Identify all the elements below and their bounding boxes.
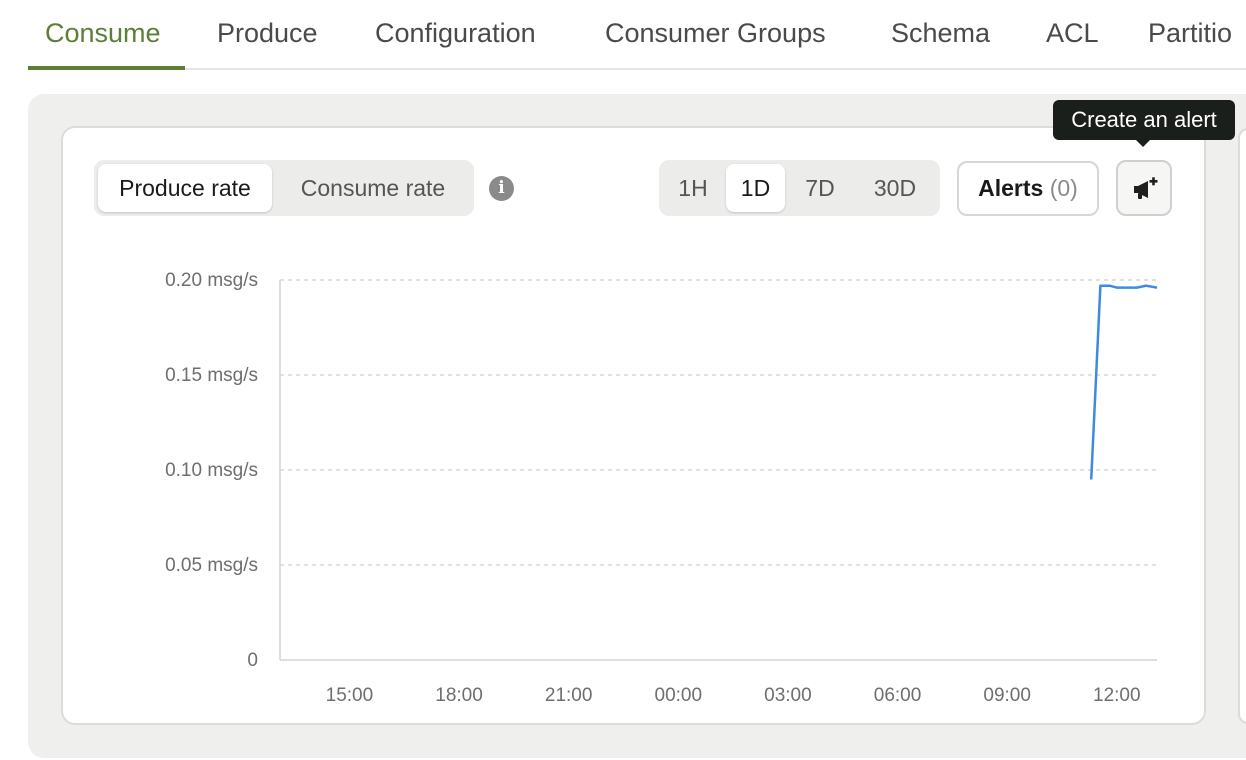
y-tick-label: 0.05 msg/s [165, 555, 258, 576]
x-tick-label: 12:00 [1093, 685, 1141, 706]
x-tick-label: 21:00 [545, 685, 593, 706]
y-tick-label: 0.10 msg/s [165, 460, 258, 481]
series-line [1089, 284, 1158, 480]
y-tick-label: 0 [247, 650, 258, 671]
produce-rate-chart: 0 0.05 msg/s 0.10 msg/s 0.15 msg/s 0.20 msg/… [165, 270, 1158, 706]
x-tick-label: 18:00 [435, 685, 483, 706]
y-tick-label: 0.20 msg/s [165, 270, 258, 291]
x-tick-label: 09:00 [983, 685, 1031, 706]
y-tick-label: 0.15 msg/s [165, 365, 258, 386]
x-tick-label: 00:00 [655, 685, 703, 706]
x-tick-label: 15:00 [326, 685, 374, 706]
x-tick-label: 03:00 [764, 685, 812, 706]
x-tick-label: 06:00 [874, 685, 922, 706]
